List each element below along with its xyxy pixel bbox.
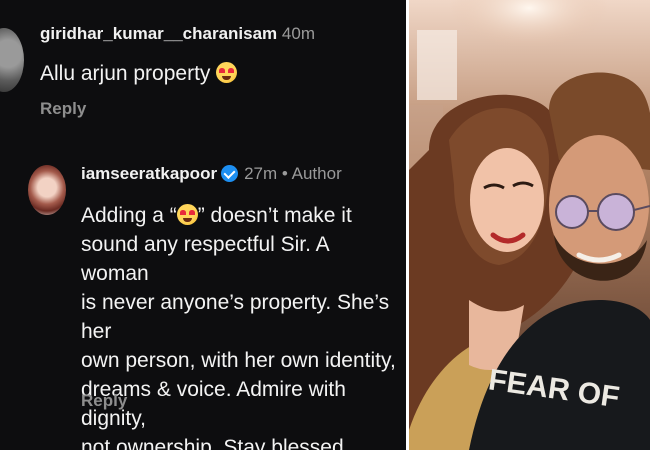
reply-button[interactable]: Reply — [81, 391, 127, 411]
heart-eyes-emoji-icon — [176, 204, 198, 225]
comments-panel: giridhar_kumar__charanisam 40m Allu arju… — [0, 0, 406, 450]
comment-text-line: Allu arjun property — [40, 62, 217, 85]
reply-button[interactable]: Reply — [40, 99, 86, 119]
comment-text-line: own person, with her own identity, — [81, 349, 396, 372]
comment-text-line: sound any respectful Sir. A woman — [81, 233, 329, 285]
comment-username[interactable]: iamseeratkapoor — [81, 164, 217, 183]
photo-illustration: FEAR OF — [409, 0, 650, 450]
comment-header: iamseeratkapoor 27m • Author — [81, 164, 342, 184]
author-tag: Author — [291, 164, 342, 183]
comment-text: Adding a “” doesn’t make it sound any re… — [81, 201, 401, 450]
comment-text-line: is never anyone’s property. She’s her — [81, 291, 390, 343]
comment-time: 27m — [244, 164, 278, 183]
selfie-photo: FEAR OF — [409, 0, 650, 450]
verified-badge-icon — [221, 165, 239, 182]
comment-username[interactable]: giridhar_kumar__charanisam — [40, 24, 277, 43]
comment-text-line: not ownership. Stay blessed — [81, 436, 344, 450]
heart-eyes-emoji-icon — [216, 62, 238, 83]
comment-time: 40m — [281, 24, 315, 43]
comment-text-line: dreams & voice. Admire with dignity, — [81, 378, 346, 430]
comment-header: giridhar_kumar__charanisam 40m — [40, 24, 315, 44]
comment-text: Allu arjun property — [40, 59, 238, 88]
comment-text-line: Adding a “” doesn’t make it — [81, 204, 352, 227]
meta-separator: • — [281, 164, 288, 183]
user-avatar[interactable] — [0, 28, 24, 92]
author-avatar[interactable] — [28, 165, 66, 215]
